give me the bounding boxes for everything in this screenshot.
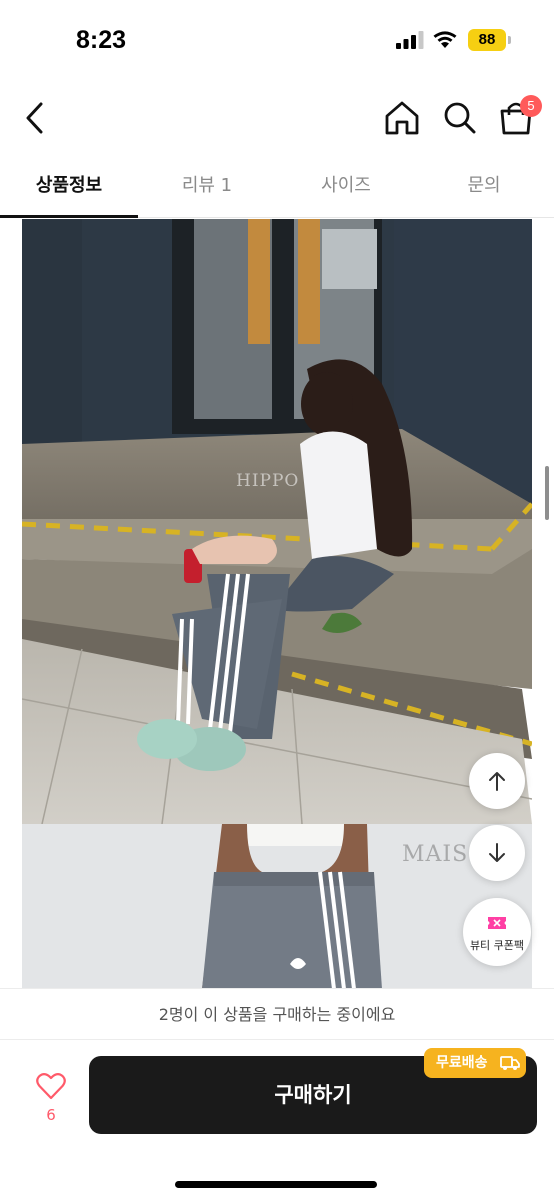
beauty-coupon-pack-button[interactable]: 뷰티 쿠폰팩 bbox=[463, 898, 531, 966]
like-count: 6 bbox=[46, 1106, 56, 1124]
coupon-label: 뷰티 쿠폰팩 bbox=[469, 939, 525, 952]
product-photo-pants-closeup: MAISO bbox=[22, 824, 532, 989]
free-shipping-label: 무료배송 bbox=[436, 1055, 488, 1071]
product-tabs: 상품정보 리뷰 1 사이즈 문의 bbox=[0, 156, 554, 218]
scrollbar[interactable] bbox=[545, 466, 549, 520]
product-photo-model-sitting: HIPPO bbox=[22, 219, 532, 824]
battery-indicator: 88 bbox=[468, 29, 506, 51]
cart-count-badge: 5 bbox=[520, 95, 542, 117]
back-button[interactable] bbox=[18, 96, 58, 140]
home-icon bbox=[385, 101, 419, 135]
arrow-down-icon bbox=[489, 843, 505, 862]
active-tab-indicator bbox=[0, 215, 138, 218]
battery-tip bbox=[508, 36, 511, 44]
heart-icon bbox=[36, 1073, 66, 1100]
search-button[interactable] bbox=[440, 98, 480, 138]
scroll-to-top-button[interactable] bbox=[469, 753, 525, 809]
top-navigation: 5 bbox=[0, 80, 554, 156]
back-arrow-icon bbox=[26, 102, 43, 134]
home-button[interactable] bbox=[382, 98, 422, 138]
status-bar: 8:23 88 bbox=[0, 0, 554, 80]
home-indicator bbox=[175, 1181, 377, 1188]
free-shipping-badge: 무료배송 bbox=[424, 1048, 526, 1078]
arrow-up-icon bbox=[489, 772, 505, 791]
tab-size[interactable]: 사이즈 bbox=[277, 156, 415, 218]
truck-icon bbox=[500, 1056, 520, 1070]
tab-product-info[interactable]: 상품정보 bbox=[0, 156, 138, 218]
status-time: 8:23 bbox=[76, 26, 127, 54]
purchase-activity-notice: 2명이 이 상품을 구매하는 중이에요 bbox=[0, 988, 554, 1040]
search-icon bbox=[444, 102, 476, 134]
tab-reviews[interactable]: 리뷰 1 bbox=[138, 156, 276, 218]
bottom-action-bar: 6 구매하기 무료배송 bbox=[0, 1040, 554, 1200]
photo-watermark: HIPPO bbox=[236, 471, 300, 491]
like-button[interactable]: 6 bbox=[30, 1072, 72, 1132]
tab-inquiry[interactable]: 문의 bbox=[415, 156, 553, 218]
signal-icon bbox=[396, 31, 424, 49]
wifi-icon bbox=[433, 31, 457, 48]
product-detail-content: HIPPO MAISO bbox=[0, 219, 554, 989]
scroll-to-bottom-button[interactable] bbox=[469, 825, 525, 881]
coupon-icon bbox=[488, 917, 506, 929]
